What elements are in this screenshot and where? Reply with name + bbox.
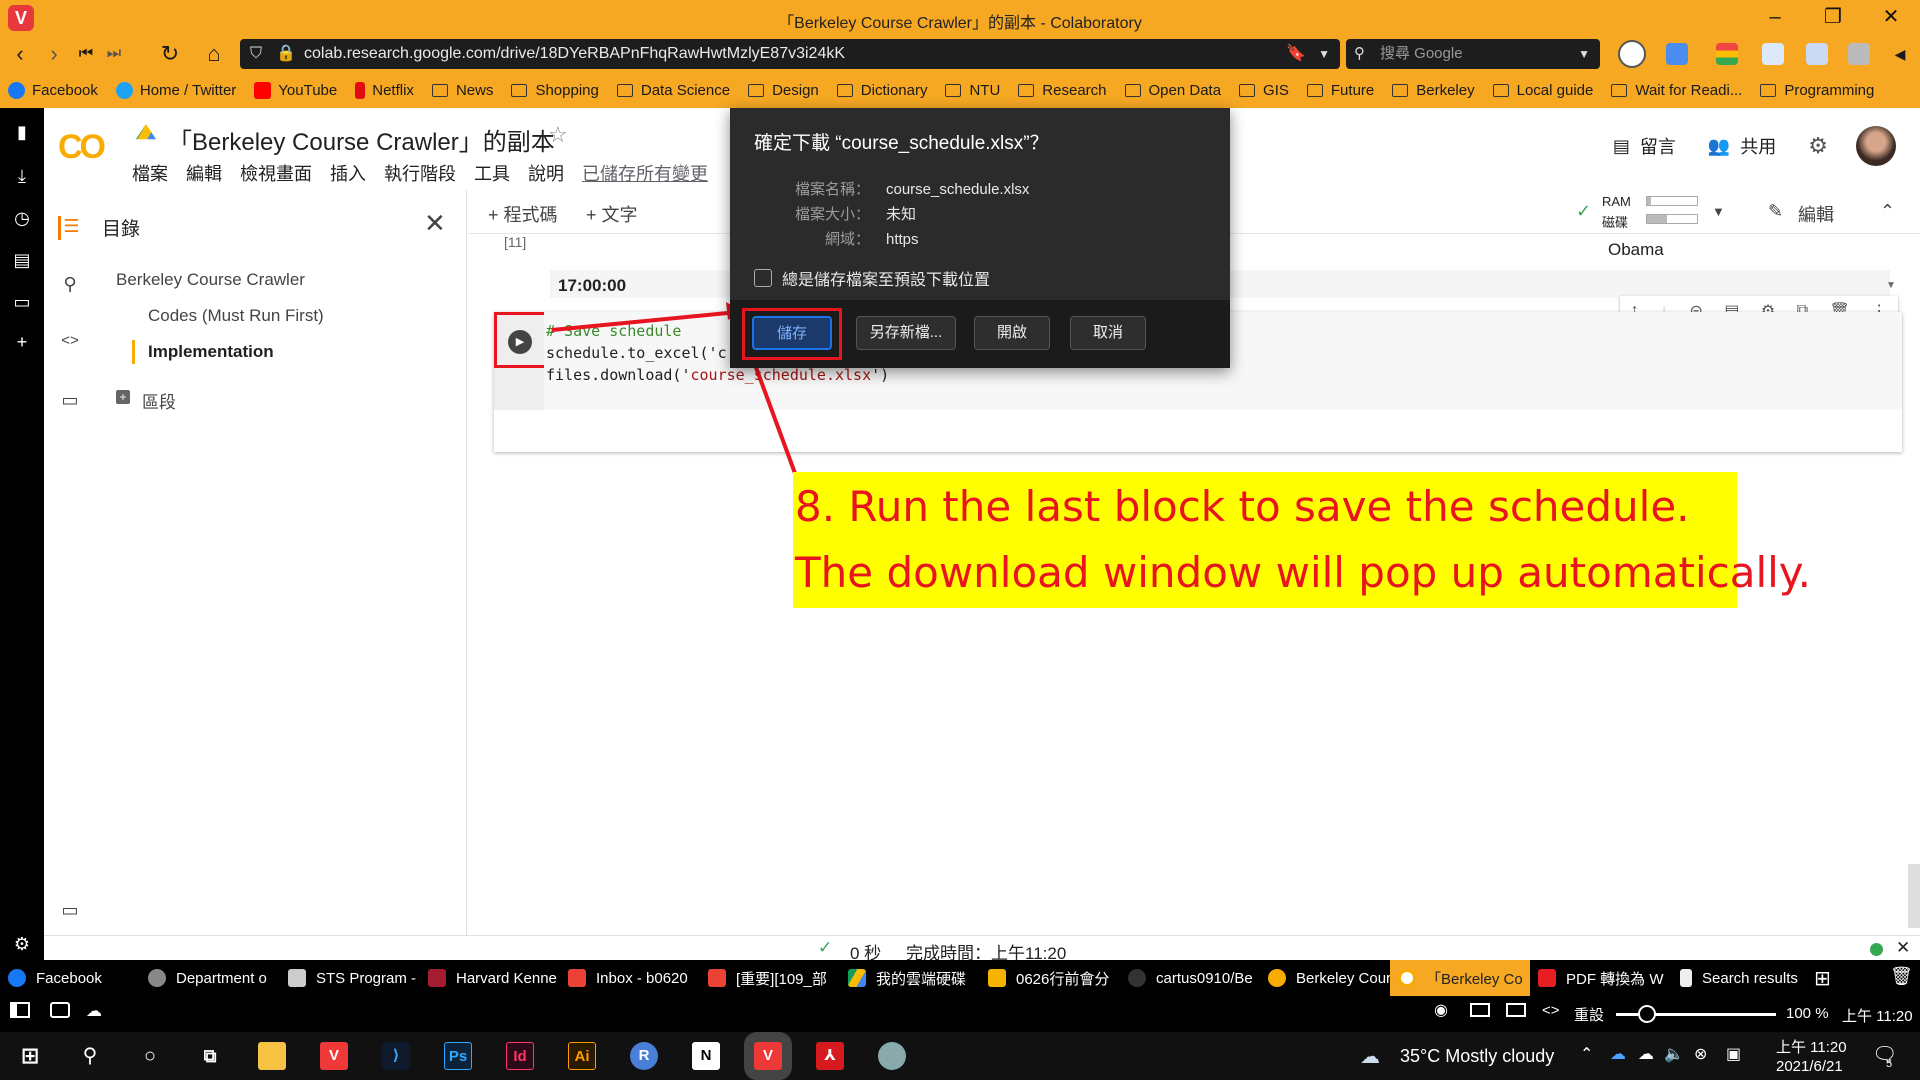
save-as-button[interactable]: 另存新檔... [856, 316, 956, 350]
show-hidden-icons[interactable]: ⌃ [1580, 1044, 1593, 1064]
dialog-title: 確定下載 “course_schedule.xlsx”？ [754, 133, 1049, 154]
illustrator-icon[interactable]: Ai [568, 1042, 596, 1070]
r-studio-icon[interactable]: R [630, 1042, 658, 1070]
close-status-icon[interactable]: ✕ [1896, 938, 1910, 958]
google-slides-icon [988, 969, 1006, 987]
tab-google-drive[interactable]: 我的雲端硬碟 [840, 960, 980, 996]
arrow-to-save [551, 310, 739, 332]
connection-status-dot [1870, 943, 1883, 956]
dialog-footer: 儲存 另存新檔... 開啟 取消 [730, 300, 1230, 368]
indesign-icon[interactable]: Id [506, 1042, 534, 1070]
harvard-icon [428, 969, 446, 987]
annotation-line-2: The download window will pop up automati… [795, 548, 1811, 597]
status-clock: 上午 11:20 [1842, 1008, 1913, 1025]
acrobat-icon[interactable]: ⅄ [816, 1042, 844, 1070]
dialog-domain-row: 網域： https [824, 231, 919, 248]
tiling-icon[interactable] [1470, 1003, 1490, 1017]
notifications-icon[interactable]: 🗨 [1872, 1042, 1897, 1067]
tab-sts-program[interactable]: STS Program - [280, 960, 420, 996]
windows-start-icon[interactable]: ⊞ [16, 1042, 44, 1070]
task-view-icon[interactable]: ⧉ [196, 1042, 224, 1070]
site-icon [288, 969, 306, 987]
cancel-button[interactable]: 取消 [1070, 316, 1146, 350]
gmail-icon [708, 969, 726, 987]
page-actions-icon[interactable]: <> [1542, 1002, 1560, 1019]
annotation-line-1: 8. Run the last block to save the schedu… [795, 482, 1690, 531]
highlight-box-save [742, 308, 842, 360]
always-save-checkbox[interactable] [754, 269, 772, 287]
always-save-checkbox-row[interactable]: 總是儲存檔案至預設下載位置 [754, 266, 990, 290]
tile-icon[interactable] [50, 1002, 70, 1018]
images-icon[interactable] [1506, 1003, 1526, 1017]
tab-gmail-important[interactable]: [重要][109_部 [700, 960, 840, 996]
tab-pdf-convert[interactable]: PDF 轉換為 W [1530, 960, 1672, 996]
trash-icon[interactable]: 🗑 [1890, 966, 1913, 987]
sync-cloud-icon[interactable]: ☁ [86, 1001, 102, 1021]
ime-icon[interactable]: ▣ [1726, 1044, 1741, 1064]
dialog-size-row: 檔案大小： 未知 [794, 206, 917, 223]
github-icon [1128, 969, 1146, 987]
open-button[interactable]: 開啟 [974, 316, 1050, 350]
tab-harvard[interactable]: Harvard Kenne [420, 960, 560, 996]
colab-status-bar: ✓ 0 秒 完成時間：上午11:20 ✕ [44, 935, 1920, 963]
zoom-slider-handle[interactable] [1638, 1005, 1656, 1023]
cortana-icon[interactable]: ○ [136, 1042, 164, 1070]
capture-icon[interactable]: ◉ [1434, 1000, 1448, 1020]
photoshop-icon[interactable]: Ps [444, 1042, 472, 1070]
status-check-icon: ✓ [818, 938, 833, 957]
volume-icon[interactable]: 🔈 [1664, 1044, 1684, 1064]
globe-icon [148, 969, 166, 987]
document-icon [1680, 969, 1692, 987]
windows-taskbar: ⊞ ⚲ ○ ⧉ V ⟩ Ps Id Ai R N V ⅄ ☁ 35°C Most… [0, 1032, 1920, 1080]
google-drive-icon [848, 969, 866, 987]
network-icon[interactable]: ⊗ [1694, 1044, 1707, 1064]
file-explorer-icon[interactable] [258, 1042, 286, 1070]
new-tab-icon[interactable]: ⊞ [1814, 966, 1831, 991]
download-dialog: 確定下載 “course_schedule.xlsx”？ 檔案名稱： course… [730, 108, 1230, 368]
tab-department[interactable]: Department o [140, 960, 280, 996]
tab-github[interactable]: cartus0910/Be [1120, 960, 1260, 996]
onedrive-icon[interactable]: ☁ [1610, 1044, 1626, 1064]
notification-count: 5 [1886, 1058, 1893, 1070]
tab-search-results[interactable]: Search results [1672, 960, 1820, 996]
dialog-filename-row: 檔案名稱： course_schedule.xlsx [794, 181, 1030, 198]
vivaldi-active-taskbar-icon[interactable]: V [744, 1032, 792, 1080]
cloud-icon[interactable]: ☁ [1638, 1044, 1654, 1064]
vivaldi-taskbar-icon[interactable]: V [320, 1042, 348, 1070]
tab-colab-original[interactable]: Berkeley Cour [1260, 960, 1400, 996]
vscode-icon[interactable]: ⟩ [382, 1042, 410, 1070]
tutorial-annotation: 8. Run the last block to save the schedu… [793, 472, 1811, 608]
zoom-level: 100 % [1786, 1005, 1829, 1022]
browser-tab-bar: Facebook Department o STS Program - Harv… [0, 960, 1920, 996]
arrow-from-annotation [752, 361, 798, 477]
weather-text[interactable]: 35°C Mostly cloudy [1400, 1046, 1554, 1067]
search-icon[interactable]: ⚲ [76, 1042, 104, 1070]
taskbar-time[interactable]: 上午 11:20 [1776, 1036, 1847, 1057]
weather-icon[interactable]: ☁ [1360, 1044, 1380, 1069]
tab-gmail-inbox[interactable]: Inbox - b0620 [560, 960, 700, 996]
vivaldi-status-bar: ☁ ◉ <> 重設 100 % 上午 11:20 [0, 996, 1920, 1032]
tab-slides[interactable]: 0626行前會分 [980, 960, 1120, 996]
gmail-icon [568, 969, 586, 987]
tab-colab-copy-active[interactable]: 「Berkeley Co [1390, 960, 1530, 996]
colab-icon [1398, 969, 1416, 987]
adobe-icon [1538, 969, 1556, 987]
paint-icon[interactable] [878, 1042, 906, 1070]
facebook-icon [8, 969, 26, 987]
tab-facebook[interactable]: Facebook [0, 960, 140, 996]
zoom-reset-button[interactable]: 重設 [1574, 1004, 1604, 1025]
notion-icon[interactable]: N [692, 1042, 720, 1070]
taskbar-date[interactable]: 2021/6/21 [1776, 1058, 1843, 1075]
panel-toggle-icon[interactable] [10, 1002, 30, 1018]
colab-icon [1268, 969, 1286, 987]
